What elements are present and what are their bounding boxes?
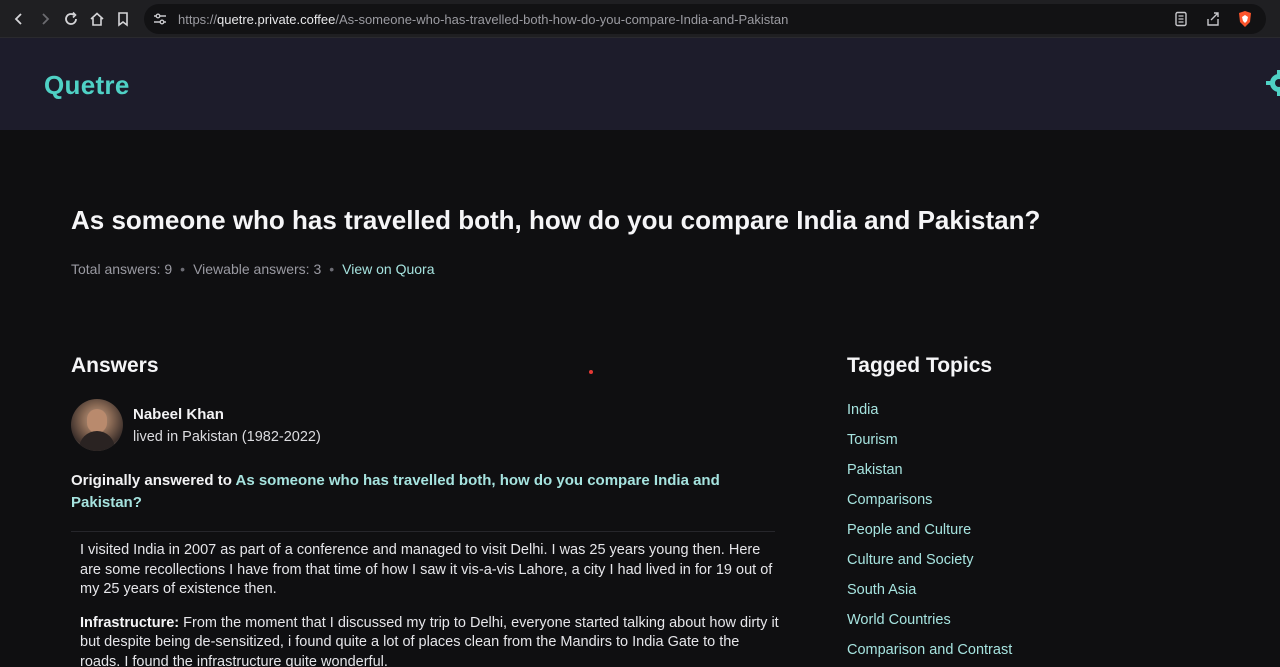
answer-author: Nabeel Khan lived in Pakistan (1982-2022… (71, 399, 321, 451)
url-host: quetre.private.coffee (217, 11, 336, 27)
url-text: https://quetre.private.coffee/As-someone… (178, 12, 788, 27)
total-answers: Total answers: 9 (71, 261, 173, 277)
address-bar[interactable]: https://quetre.private.coffee/As-someone… (144, 4, 1266, 34)
question-title: As someone who has travelled both, how d… (71, 205, 1041, 235)
topics-list: India Tourism Pakistan Comparisons Peopl… (847, 400, 1012, 667)
share-icon[interactable] (1204, 10, 1222, 28)
chevron-right-icon (42, 12, 50, 25)
question-meta: Total answers: 9 • Viewable answers: 3 •… (71, 261, 435, 277)
bookmark-button[interactable] (112, 8, 134, 30)
divider (71, 531, 775, 532)
topic-link[interactable]: Comparison and Contrast (847, 640, 1012, 667)
site-settings-icon[interactable] (152, 11, 168, 27)
brave-shield-icon[interactable] (1236, 10, 1254, 28)
originally-prefix: Originally answered to (71, 472, 236, 489)
author-credential: lived in Pakistan (1982-2022) (133, 428, 321, 445)
topic-link[interactable]: World Countries (847, 610, 1012, 640)
url-prefix: https:// (178, 11, 218, 27)
answers-heading: Answers (71, 354, 159, 377)
answer-paragraph: I visited India in 2007 as part of a con… (80, 542, 773, 598)
topic-link[interactable]: India (847, 400, 1012, 430)
author-name[interactable]: Nabeel Khan (133, 406, 321, 423)
avatar-shirt (79, 431, 115, 451)
avatar[interactable] (71, 399, 123, 451)
topic-link[interactable]: South Asia (847, 580, 1012, 610)
reload-icon (65, 11, 77, 25)
back-button[interactable] (8, 8, 30, 30)
paragraph-label: Infrastructure: (80, 614, 180, 631)
answer-body: I visited India in 2007 as part of a con… (80, 541, 780, 667)
chevron-left-icon (14, 12, 22, 25)
reader-mode-icon[interactable] (1172, 10, 1190, 28)
reload-button[interactable] (60, 8, 82, 30)
view-on-quora-link[interactable]: View on Quora (342, 261, 434, 277)
forward-button[interactable] (34, 8, 56, 30)
home-icon (90, 11, 104, 26)
browser-toolbar: https://quetre.private.coffee/As-someone… (0, 0, 1280, 38)
meta-separator: • (180, 261, 186, 277)
topic-link[interactable]: Culture and Society (847, 550, 1012, 580)
topic-link[interactable]: Comparisons (847, 490, 1012, 520)
viewable-answers: Viewable answers: 3 (193, 261, 322, 277)
cursor-dot (589, 370, 593, 374)
avatar-face (87, 409, 107, 433)
topic-link[interactable]: People and Culture (847, 520, 1012, 550)
answer-paragraph: Infrastructure: From the moment that I d… (80, 614, 780, 667)
gear-icon[interactable] (1266, 70, 1280, 96)
bookmark-icon (118, 11, 128, 27)
site-logo[interactable]: Quetre (44, 70, 130, 101)
tagged-topics-heading: Tagged Topics (847, 354, 993, 377)
topic-link[interactable]: Pakistan (847, 460, 1012, 490)
home-button[interactable] (86, 8, 108, 30)
meta-separator: • (329, 261, 335, 277)
site-header: Quetre (0, 38, 1280, 130)
topic-link[interactable]: Tourism (847, 430, 1012, 460)
paragraph-text: From the moment that I discussed my trip… (80, 614, 779, 667)
url-path: /As-someone-who-has-travelled-both-how-d… (335, 11, 789, 27)
originally-answered: Originally answered to As someone who ha… (71, 470, 751, 514)
